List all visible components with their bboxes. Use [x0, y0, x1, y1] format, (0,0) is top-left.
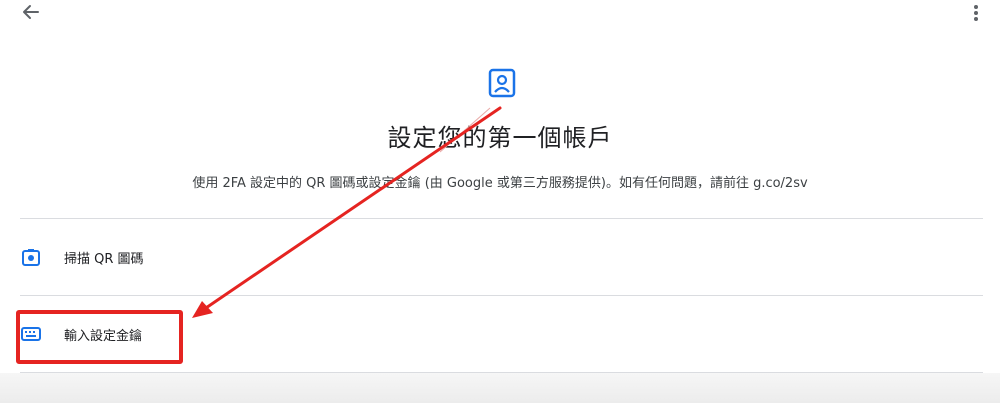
back-button[interactable] — [18, 0, 44, 24]
screen: 設定您的第一個帳戶 使用 2FA 設定中的 QR 圖碼或設定金鑰 (由 Goog… — [0, 0, 1000, 403]
option-label: 掃描 QR 圖碼 — [64, 251, 144, 267]
bottom-bar — [0, 373, 1000, 403]
account-box-icon — [488, 68, 516, 98]
page-title: 設定您的第一個帳戶 — [387, 124, 613, 152]
page-description: 使用 2FA 設定中的 QR 圖碼或設定金鑰 (由 Google 或第三方服務提… — [192, 176, 808, 191]
scan-qr-code-option[interactable]: 掃描 QR 圖碼 — [20, 219, 983, 295]
more-options-button[interactable] — [966, 2, 986, 24]
arrow-back-icon — [23, 5, 39, 19]
camera-icon — [20, 246, 42, 268]
annotation-highlight-box — [16, 310, 183, 364]
more-vert-icon — [974, 5, 978, 21]
